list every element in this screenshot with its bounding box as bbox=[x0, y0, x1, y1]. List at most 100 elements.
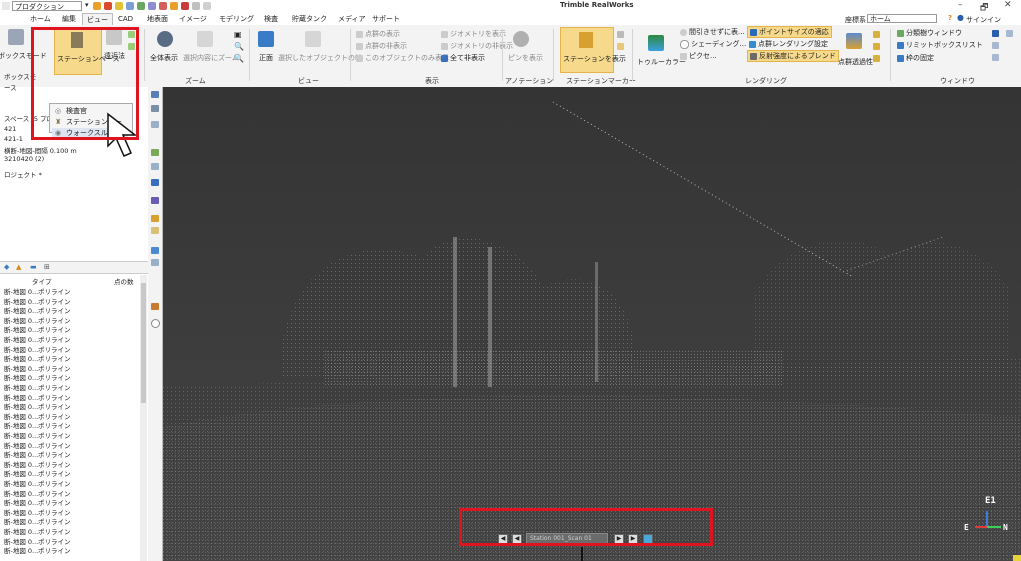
tree-item[interactable]: 421 bbox=[4, 125, 16, 133]
list-item[interactable]: 断-地図 0... ポリライン bbox=[0, 478, 140, 488]
tab-ground[interactable]: 地表面 bbox=[143, 13, 172, 25]
list-tool-icon[interactable]: ⊞ bbox=[44, 263, 50, 271]
list-item[interactable]: 断-地図 0... ポリライン bbox=[0, 315, 140, 325]
quick-access-icon[interactable] bbox=[203, 2, 211, 10]
list-tool-icon[interactable]: ▬ bbox=[30, 263, 37, 271]
tab-edit[interactable]: 編集 bbox=[58, 13, 80, 25]
list-item[interactable]: 断-地図 0... ポリライン bbox=[0, 468, 140, 478]
list-item[interactable]: 断-地図 0... ポリライン bbox=[0, 526, 140, 536]
list-item[interactable]: 断-地図 0... ポリライン bbox=[0, 344, 140, 354]
list-item[interactable]: 断-地図 0... ポリライン bbox=[0, 296, 140, 306]
pin-icon[interactable] bbox=[513, 31, 529, 47]
strip-circle-icon[interactable] bbox=[151, 319, 160, 328]
list-item[interactable]: 断-地図 0... ポリライン bbox=[0, 497, 140, 507]
show-only-object-button[interactable]: このオブジェクトのみ表示 bbox=[356, 53, 449, 63]
list-item[interactable]: 断-地図 0... ポリライン bbox=[0, 401, 140, 411]
window-option-icon[interactable] bbox=[992, 42, 999, 49]
list-item[interactable]: 断-地図 0... ポリライン bbox=[0, 392, 140, 402]
help-icon[interactable]: ? bbox=[948, 14, 952, 22]
front-view-button[interactable]: 正面 bbox=[259, 53, 273, 63]
full-view-icon[interactable] bbox=[157, 31, 173, 47]
tree-item[interactable]: 横断-地図-間隔 0.100 m bbox=[4, 145, 77, 155]
zoom-selection-icon[interactable] bbox=[197, 31, 213, 47]
tab-support[interactable]: サポート bbox=[368, 13, 404, 25]
zoom-in-icon[interactable]: ▣ bbox=[234, 30, 242, 39]
point-render-button[interactable]: 点群レンダリング設定 bbox=[749, 39, 828, 49]
tree-item[interactable]: ロジェクト * bbox=[4, 169, 42, 179]
strip-tool-icon[interactable] bbox=[151, 247, 159, 254]
true-color-icon[interactable] bbox=[648, 35, 664, 51]
list-item[interactable]: 断-地図 0... ポリライン bbox=[0, 488, 140, 498]
window-option-icon[interactable] bbox=[992, 54, 999, 61]
tab-inspection[interactable]: 検査 bbox=[260, 13, 282, 25]
quick-access-icon[interactable] bbox=[148, 2, 156, 10]
show-points-button[interactable]: 点群の表示 bbox=[356, 29, 400, 39]
list-item[interactable]: 断-地図 0... ポリライン bbox=[0, 459, 140, 469]
render-option-icon[interactable] bbox=[873, 43, 880, 50]
no-subsample-button[interactable]: 間引きせずに表... bbox=[680, 27, 745, 37]
selected-axis-icon[interactable] bbox=[305, 31, 321, 47]
column-header-type[interactable]: タイプ bbox=[32, 276, 52, 286]
hide-points-button[interactable]: 点群の非表示 bbox=[356, 41, 407, 51]
list-item[interactable]: 断-地図 0... ポリライン bbox=[0, 545, 140, 555]
tab-media[interactable]: メディア bbox=[334, 13, 370, 25]
limit-box-button[interactable]: リミットボックスリスト bbox=[897, 40, 983, 50]
list-item[interactable]: 断-地図 0... ポリライン bbox=[0, 420, 140, 430]
zoom-out-icon[interactable]: 🔍 bbox=[234, 54, 244, 63]
strip-tool-icon[interactable] bbox=[151, 303, 159, 310]
tab-home[interactable]: ホーム bbox=[26, 13, 55, 25]
close-button[interactable]: ✕ bbox=[1004, 0, 1012, 10]
list-item[interactable]: 断-地図 0... ポリライン bbox=[0, 286, 140, 296]
reflect-blend-button[interactable]: 反射強度によるブレンド bbox=[747, 50, 839, 62]
fix-frame-button[interactable]: 枠の固定 bbox=[897, 53, 934, 63]
list-item[interactable]: 断-地図 0... ポリライン bbox=[0, 353, 140, 363]
render-option-icon[interactable] bbox=[873, 31, 880, 38]
column-header-points[interactable]: 点の数 bbox=[114, 276, 134, 286]
list-item[interactable]: 断-地図 0... ポリライン bbox=[0, 363, 140, 373]
strip-tool-icon[interactable] bbox=[151, 105, 159, 112]
list-item[interactable]: 断-地図 0... ポリライン bbox=[0, 449, 140, 459]
box-mode-icon[interactable] bbox=[8, 29, 24, 45]
strip-tool-icon[interactable] bbox=[151, 163, 159, 170]
quick-access-icon[interactable] bbox=[93, 2, 101, 10]
tab-image[interactable]: イメージ bbox=[175, 13, 211, 25]
window-option-icon[interactable] bbox=[992, 30, 999, 37]
list-item[interactable]: 断-地図 0... ポリライン bbox=[0, 536, 140, 546]
list-tool-icon[interactable]: ▲ bbox=[16, 263, 21, 271]
list-item[interactable]: 断-地図 0... ポリライン bbox=[0, 324, 140, 334]
show-geometry-button[interactable]: ジオメトリを表示 bbox=[441, 29, 506, 39]
project-select[interactable]: プロダクション bbox=[12, 1, 82, 11]
pin-display-button[interactable]: ピンを表示 bbox=[508, 53, 543, 63]
quick-access-icon[interactable] bbox=[192, 2, 200, 10]
point-cloud-viewport[interactable]: ◀ ◀ Station 001_Scan 01 ▶ ▶ E1 E N bbox=[163, 87, 1021, 561]
render-option-icon[interactable] bbox=[873, 55, 880, 62]
coord-system-select[interactable]: ホーム bbox=[867, 14, 937, 23]
full-view-button[interactable]: 全体表示 bbox=[150, 53, 178, 63]
tree-item[interactable]: 3210420 (2) bbox=[4, 155, 44, 163]
quick-access-icon[interactable] bbox=[115, 2, 123, 10]
true-color-button[interactable]: トゥルーカラー bbox=[637, 57, 686, 67]
zoom-icon[interactable]: 🔍 bbox=[234, 42, 244, 51]
strip-tool-icon[interactable] bbox=[151, 91, 159, 98]
tree-item[interactable]: 421-1 bbox=[4, 135, 23, 143]
station-option-icon[interactable] bbox=[617, 31, 624, 38]
strip-tool-icon[interactable] bbox=[151, 149, 159, 156]
quick-access-icon[interactable] bbox=[137, 2, 145, 10]
strip-tool-icon[interactable] bbox=[151, 121, 159, 128]
strip-tool-icon[interactable] bbox=[151, 179, 159, 186]
list-item[interactable]: 断-地図 0... ポリライン bbox=[0, 516, 140, 526]
hide-all-button[interactable]: 全て非表示 bbox=[441, 53, 485, 63]
list-item[interactable]: 断-地図 0... ポリライン bbox=[0, 411, 140, 421]
project-dropdown-icon[interactable]: ▾ bbox=[85, 1, 89, 9]
list-item[interactable]: 断-地図 0... ポリライン bbox=[0, 440, 140, 450]
list-item[interactable]: 断-地図 0... ポリライン bbox=[0, 430, 140, 440]
list-item[interactable]: 断-地図 0... ポリライン bbox=[0, 334, 140, 344]
quick-access-icon[interactable] bbox=[181, 2, 189, 10]
pixel-button[interactable]: ピクセ... bbox=[680, 51, 717, 61]
strip-tool-icon[interactable] bbox=[151, 197, 159, 204]
shading-button[interactable]: シェーディング... bbox=[680, 39, 746, 49]
tab-cad[interactable]: CAD bbox=[114, 13, 137, 25]
list-item[interactable]: 断-地図 0... ポリライン bbox=[0, 382, 140, 392]
station-option-icon[interactable] bbox=[617, 43, 624, 50]
scrollbar-thumb[interactable] bbox=[141, 283, 146, 403]
